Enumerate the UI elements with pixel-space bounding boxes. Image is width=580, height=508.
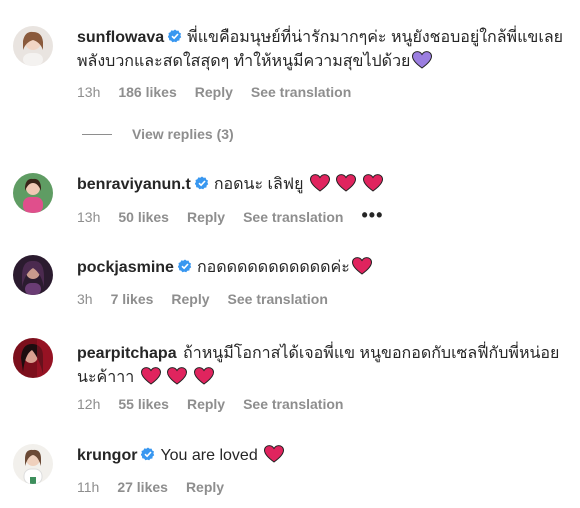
red-heart-icon (167, 367, 188, 385)
avatar[interactable] (13, 26, 53, 66)
see-translation-link[interactable]: See translation (228, 291, 328, 307)
username[interactable]: benraviyanun.t (77, 176, 191, 193)
comment-time: 13h (77, 209, 101, 225)
username[interactable]: sunflowava (77, 29, 164, 46)
verified-badge-icon (168, 29, 182, 43)
likes-count[interactable]: 186 likes (118, 84, 176, 100)
red-heart-icon (193, 367, 214, 385)
verified-badge-icon (177, 259, 192, 273)
avatar[interactable] (13, 173, 53, 213)
view-replies-label: View replies (3) (132, 126, 234, 142)
red-heart-icon (362, 174, 383, 192)
reply-button[interactable]: Reply (171, 291, 209, 307)
reply-button[interactable]: Reply (195, 84, 233, 100)
purple-heart-icon (412, 51, 433, 69)
red-heart-icon (351, 257, 372, 275)
comment-time: 12h (77, 396, 101, 412)
verified-badge-icon (194, 176, 209, 190)
likes-count[interactable]: 55 likes (118, 396, 169, 412)
username[interactable]: pearpitchapa (77, 345, 177, 362)
comment-text: กอดดดดดดดดดดดค่ะ (196, 259, 350, 276)
see-translation-link[interactable]: See translation (243, 209, 343, 225)
likes-count[interactable]: 27 likes (117, 479, 168, 495)
red-heart-icon (309, 174, 330, 192)
verified-badge-icon (141, 447, 155, 461)
comment-time: 11h (77, 479, 100, 495)
avatar[interactable] (13, 444, 53, 484)
reply-button[interactable]: Reply (187, 209, 225, 225)
see-translation-link[interactable]: See translation (243, 396, 343, 412)
comment-text: You are loved (160, 447, 258, 464)
red-heart-icon (140, 367, 161, 385)
reply-button[interactable]: Reply (187, 396, 225, 412)
replies-divider (82, 133, 112, 135)
avatar[interactable] (13, 255, 53, 295)
comment-time: 3h (77, 291, 93, 307)
likes-count[interactable]: 7 likes (111, 291, 154, 307)
likes-count[interactable]: 50 likes (118, 209, 169, 225)
avatar[interactable] (13, 338, 53, 378)
reply-button[interactable]: Reply (186, 479, 224, 495)
comment-time: 13h (77, 84, 101, 100)
username[interactable]: pockjasmine (77, 259, 174, 276)
see-translation-link[interactable]: See translation (251, 84, 351, 100)
red-heart-icon (336, 174, 357, 192)
comment-text: กอดนะ เลิฟยู (213, 176, 304, 193)
red-heart-icon (264, 445, 285, 463)
username[interactable]: krungor (77, 447, 137, 464)
more-options-icon[interactable]: ••• (361, 206, 383, 224)
view-replies-button[interactable]: View replies (3) (82, 126, 234, 142)
